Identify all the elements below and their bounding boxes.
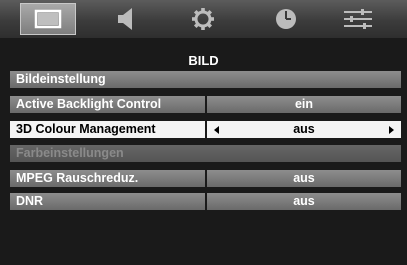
menu-item-label: Bildeinstellung	[10, 71, 401, 88]
menu-item-value-text: aus	[293, 122, 315, 136]
menu-item-dnr[interactable]: DNR aus	[10, 193, 401, 210]
tab-settings[interactable]	[175, 3, 231, 35]
sliders-icon	[344, 9, 372, 29]
menu-item-label: DNR	[10, 193, 205, 210]
menu-item-3d-colour-management[interactable]: 3D Colour Management aus	[10, 121, 401, 138]
gear-icon	[192, 8, 214, 30]
tab-setup[interactable]	[330, 3, 386, 35]
menu-item-label: Farbeinstellungen	[10, 145, 401, 162]
left-arrow-icon[interactable]	[214, 126, 219, 134]
speaker-icon	[118, 8, 132, 30]
menu-item-mpeg-rauschreduz[interactable]: MPEG Rauschreduz. aus	[10, 170, 401, 187]
clock-icon	[276, 9, 296, 29]
menu-item-label: MPEG Rauschreduz.	[10, 170, 205, 187]
right-arrow-icon[interactable]	[389, 126, 394, 134]
menu-item-value[interactable]: aus	[207, 193, 401, 210]
menu-tab-bar	[0, 0, 407, 38]
menu-item-bildeinstellung[interactable]: Bildeinstellung	[10, 71, 401, 88]
tab-picture[interactable]	[20, 3, 76, 35]
tab-timer[interactable]	[258, 3, 314, 35]
picture-icon	[34, 9, 62, 29]
menu-item-label: Active Backlight Control	[10, 96, 205, 113]
menu-item-label: 3D Colour Management	[10, 121, 205, 138]
menu-item-value[interactable]: aus	[207, 121, 401, 138]
menu-item-farbeinstellungen: Farbeinstellungen	[10, 145, 401, 162]
menu-item-active-backlight-control[interactable]: Active Backlight Control ein	[10, 96, 401, 113]
menu-item-value[interactable]: aus	[207, 170, 401, 187]
tab-sound[interactable]	[100, 3, 156, 35]
page-title: BILD	[188, 53, 219, 68]
menu-item-value[interactable]: ein	[207, 96, 401, 113]
